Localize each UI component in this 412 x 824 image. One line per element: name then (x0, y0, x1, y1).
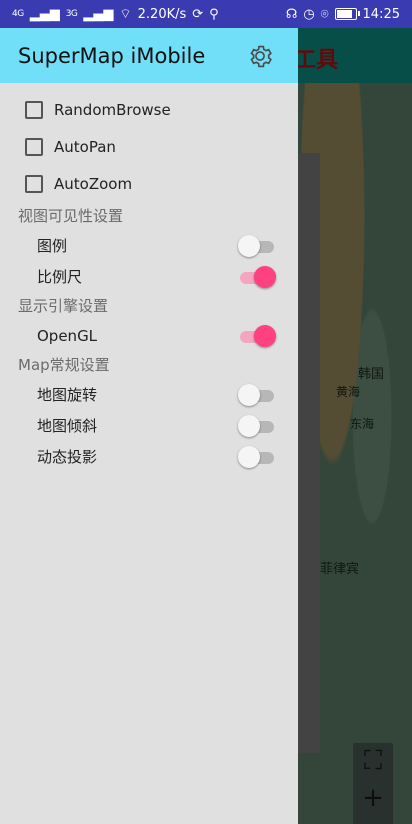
switch-row-legend[interactable]: 图例 (0, 230, 298, 261)
switch-label: 比例尺 (37, 268, 83, 286)
switch-label: 动态投影 (37, 448, 98, 466)
sync-icon: ⟳ (192, 6, 204, 22)
dynamic-projection-toggle[interactable] (238, 445, 276, 469)
battery-icon (334, 8, 360, 20)
signal-bars-icon-2: ▂▄▆ (83, 6, 114, 22)
location-icon: ⌾ (320, 6, 329, 22)
switch-label: 图例 (37, 237, 68, 255)
section-title-render-engine: 显示引擎设置 (18, 297, 109, 315)
checkbox[interactable] (25, 137, 43, 156)
gear-icon[interactable] (246, 42, 274, 70)
network-speed: 2.20K/s (137, 6, 187, 22)
clock: 14:25 (362, 6, 400, 22)
switch-label: 地图旋转 (37, 386, 98, 404)
switch-label: OpenGL (37, 326, 98, 345)
checkbox[interactable] (25, 100, 43, 119)
settings-drawer: SuperMap iMobile RandomBrowse AutoPan Au… (0, 28, 298, 824)
checkbox-row-autozoom[interactable]: AutoZoom (0, 165, 298, 202)
status-bar-left: 4G ▂▄▆ 3G ▂▄▆ ⌔ 2.20K/s ⟳ ⚲ (12, 6, 219, 23)
status-bar: 4G ▂▄▆ 3G ▂▄▆ ⌔ 2.20K/s ⟳ ⚲ ☊ ◷ ⌾ 14:25 (0, 0, 412, 28)
signal-bars-icon: ▂▄▆ (29, 6, 60, 22)
section-title-map-general: Map常规设置 (18, 356, 110, 374)
map-tilt-toggle[interactable] (238, 414, 276, 438)
checkbox-row-autopan[interactable]: AutoPan (0, 128, 298, 165)
background-app: 工具 韩国 黄海 东海 菲律宾 ⛶ + − (298, 28, 412, 824)
checkbox-label: AutoPan (54, 137, 116, 156)
map-rotate-toggle[interactable] (238, 383, 276, 407)
scalebar-toggle[interactable] (238, 265, 276, 289)
section-title-view-visibility: 视图可见性设置 (18, 207, 124, 225)
opengl-toggle[interactable] (238, 324, 276, 348)
checkbox-label: AutoZoom (54, 174, 133, 193)
usb-icon: ⚲ (209, 6, 219, 22)
drawer-title: SuperMap iMobile (18, 43, 206, 68)
switch-label: 地图倾斜 (37, 417, 98, 435)
checkbox-row-randombrowse[interactable]: RandomBrowse (0, 91, 298, 128)
signal-icon-2: 3G (65, 9, 78, 19)
switch-row-map-tilt[interactable]: 地图倾斜 (0, 410, 298, 441)
checkbox-label: RandomBrowse (54, 100, 171, 119)
status-bar-right: ☊ ◷ ⌾ 14:25 (286, 7, 400, 22)
wifi-icon: ⌔ (119, 7, 132, 22)
switch-row-scalebar[interactable]: 比例尺 (0, 261, 298, 292)
switch-row-opengl[interactable]: OpenGL (0, 320, 298, 351)
switch-row-dynamic-projection[interactable]: 动态投影 (0, 441, 298, 472)
alarm-icon: ◷ (303, 6, 315, 22)
legend-toggle[interactable] (238, 234, 276, 258)
headset-icon: ☊ (285, 6, 298, 22)
signal-icon-1: 4G (12, 9, 24, 19)
drawer-scrim[interactable] (298, 28, 412, 824)
switch-row-map-rotate[interactable]: 地图旋转 (0, 379, 298, 410)
checkbox[interactable] (25, 174, 43, 193)
drawer-header: SuperMap iMobile (0, 28, 298, 83)
